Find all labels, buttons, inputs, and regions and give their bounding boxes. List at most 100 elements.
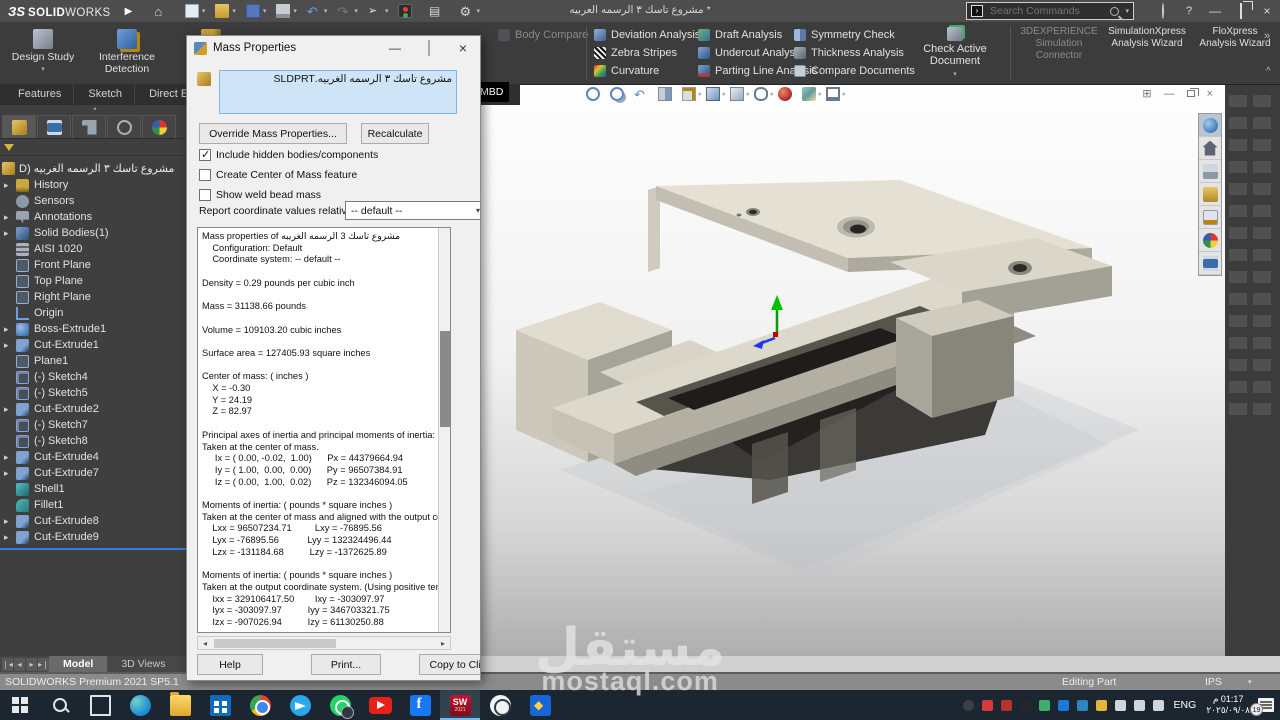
checkbox[interactable] <box>199 169 211 181</box>
chevron-down-icon[interactable]: ▾ <box>818 91 821 98</box>
task-pane-tab[interactable] <box>1199 137 1221 160</box>
tray-icon[interactable] <box>1153 700 1164 711</box>
taskbar-app[interactable] <box>240 690 280 720</box>
tab-dimxpert-manager[interactable] <box>107 115 141 138</box>
taskbar-app[interactable]: SW 2021 <box>440 690 480 720</box>
hud-tool[interactable]: ▾ <box>753 87 774 101</box>
dialog-checkbox-row[interactable]: Show weld bead mass <box>199 188 378 201</box>
taskbar-app[interactable] <box>360 690 400 720</box>
taskbar-app[interactable] <box>200 690 240 720</box>
tree-item[interactable]: (-) Sketch7 <box>0 417 190 433</box>
checkbox[interactable] <box>199 189 211 201</box>
expand-arrow-icon[interactable] <box>4 180 16 191</box>
tray-icon[interactable] <box>1077 700 1088 711</box>
chevron-down-icon[interactable]: ▾ <box>293 7 297 15</box>
minimize-icon[interactable]: — <box>1202 0 1228 22</box>
expand-arrow-icon[interactable] <box>4 532 16 543</box>
tree-item[interactable]: Cut-Extrude4 <box>0 449 190 465</box>
ribbon-button[interactable]: Deviation Analysis <box>594 27 700 42</box>
chevron-down-icon[interactable]: ▾ <box>842 91 845 98</box>
logo-flyout-arrow-icon[interactable]: ▶ <box>125 6 133 17</box>
ribbon-button[interactable]: Zebra Stripes <box>594 45 700 60</box>
qat-button[interactable]: ▾ <box>150 1 179 21</box>
hud-tool[interactable]: ▾ <box>801 87 822 101</box>
qat-button[interactable]: ▾ <box>181 1 210 21</box>
hud-tool[interactable]: ▾ <box>777 87 798 101</box>
expand-arrow-icon[interactable] <box>4 212 16 223</box>
chevron-down-icon[interactable]: ▾ <box>698 91 701 98</box>
taskbar-app[interactable] <box>80 690 120 720</box>
hud-tool[interactable]: ▾ <box>585 87 606 101</box>
taskbar-app[interactable] <box>480 690 520 720</box>
chevron-down-icon[interactable]: ▾ <box>722 91 725 98</box>
body-compare-button[interactable]: Body Compare <box>498 29 588 41</box>
chevron-down-icon[interactable]: ▾ <box>202 7 206 15</box>
restore-icon[interactable] <box>1228 0 1254 22</box>
panel-splitter[interactable]: • <box>0 105 190 115</box>
scroll-left-icon[interactable]: ◂ <box>198 639 212 648</box>
tree-item[interactable]: Front Plane <box>0 257 190 273</box>
tree-item[interactable]: Cut-Extrude8 <box>0 513 190 529</box>
hud-tool[interactable]: ▾ <box>609 87 630 101</box>
tab-display-manager[interactable] <box>142 115 176 138</box>
doc-minimize-icon[interactable]: — <box>1164 88 1175 100</box>
chevron-down-icon[interactable]: ▾ <box>354 7 358 15</box>
chevron-down-icon[interactable]: ▾ <box>746 91 749 98</box>
hud-tool[interactable]: ▾ <box>681 87 702 101</box>
scrollbar-thumb[interactable] <box>214 639 336 648</box>
tree-filter[interactable] <box>0 139 190 156</box>
tab-configuration-manager[interactable] <box>72 115 106 138</box>
task-pane-tab[interactable] <box>1199 183 1221 206</box>
tray-icon[interactable] <box>963 700 974 711</box>
tray-icon[interactable] <box>1058 700 1069 711</box>
taskbar-app[interactable] <box>400 690 440 720</box>
horizontal-scrollbar[interactable]: ◂ ▸ <box>197 636 451 650</box>
login-icon[interactable] <box>1150 0 1176 22</box>
tree-item[interactable]: Annotations <box>0 209 190 225</box>
model-tab[interactable]: Model <box>49 656 107 672</box>
check-active-document-button[interactable]: Check Active Document ▾ <box>901 27 1009 78</box>
hud-tool[interactable]: ▾ <box>633 87 654 101</box>
qat-button[interactable]: ▾ <box>333 1 362 21</box>
doc-restore-icon[interactable] <box>1187 90 1195 97</box>
expand-arrow-icon[interactable] <box>4 228 16 239</box>
qat-button[interactable]: ▾ <box>242 1 271 21</box>
dialog-close-icon[interactable]: × <box>446 36 480 60</box>
task-pane-tab[interactable] <box>1199 206 1221 229</box>
tree-item[interactable]: Top Plane <box>0 273 190 289</box>
help-button[interactable]: Help <box>197 654 263 675</box>
help-icon[interactable]: ? <box>1176 0 1202 22</box>
tab-property-manager[interactable] <box>37 115 71 138</box>
tree-item[interactable]: AISI 1020 <box>0 241 190 257</box>
vertical-scrollbar[interactable] <box>438 227 451 633</box>
search-input[interactable] <box>988 4 1110 18</box>
ribbon-button[interactable]: 3DEXPERIENCE Simulation Connector <box>1018 26 1100 62</box>
expand-arrow-icon[interactable] <box>4 324 16 335</box>
tree-item[interactable]: Cut-Extrude2 <box>0 401 190 417</box>
units-selector[interactable]: IPS <box>1205 676 1222 688</box>
qat-button[interactable]: ▾ <box>272 1 301 21</box>
tree-item[interactable]: Cut-Extrude1 <box>0 337 190 353</box>
checkbox[interactable] <box>199 149 211 161</box>
chevron-down-icon[interactable]: ▾ <box>901 70 1009 78</box>
chevron-down-icon[interactable]: ▾ <box>41 64 45 76</box>
expand-arrow-icon[interactable] <box>4 404 16 415</box>
language-indicator[interactable]: ENG <box>1174 699 1197 711</box>
expand-arrow-icon[interactable] <box>4 468 16 479</box>
ribbon-button[interactable]: Symmetry Check <box>794 27 915 42</box>
expand-arrow-icon[interactable] <box>4 340 16 351</box>
taskbar-app[interactable] <box>320 690 360 720</box>
expand-arrow-icon[interactable] <box>4 452 16 463</box>
tree-item[interactable]: Cut-Extrude9 <box>0 529 190 545</box>
tree-item[interactable]: History <box>0 177 190 193</box>
tray-icon[interactable] <box>1001 700 1012 711</box>
dialog-minimize-icon[interactable]: — <box>378 36 412 60</box>
dialog-checkbox-row[interactable]: Include hidden bodies/components <box>199 148 378 161</box>
doc-close-icon[interactable]: × <box>1207 88 1213 100</box>
tree-item[interactable]: Boss-Extrude1 <box>0 321 190 337</box>
units-caret-icon[interactable]: ▾ <box>1248 678 1252 686</box>
tab-feature-tree[interactable] <box>2 115 36 138</box>
viewport-icon[interactable]: ⊞ <box>1142 87 1151 100</box>
tree-item[interactable]: Cut-Extrude7 <box>0 465 190 481</box>
task-pane-tab[interactable] <box>1199 114 1221 137</box>
